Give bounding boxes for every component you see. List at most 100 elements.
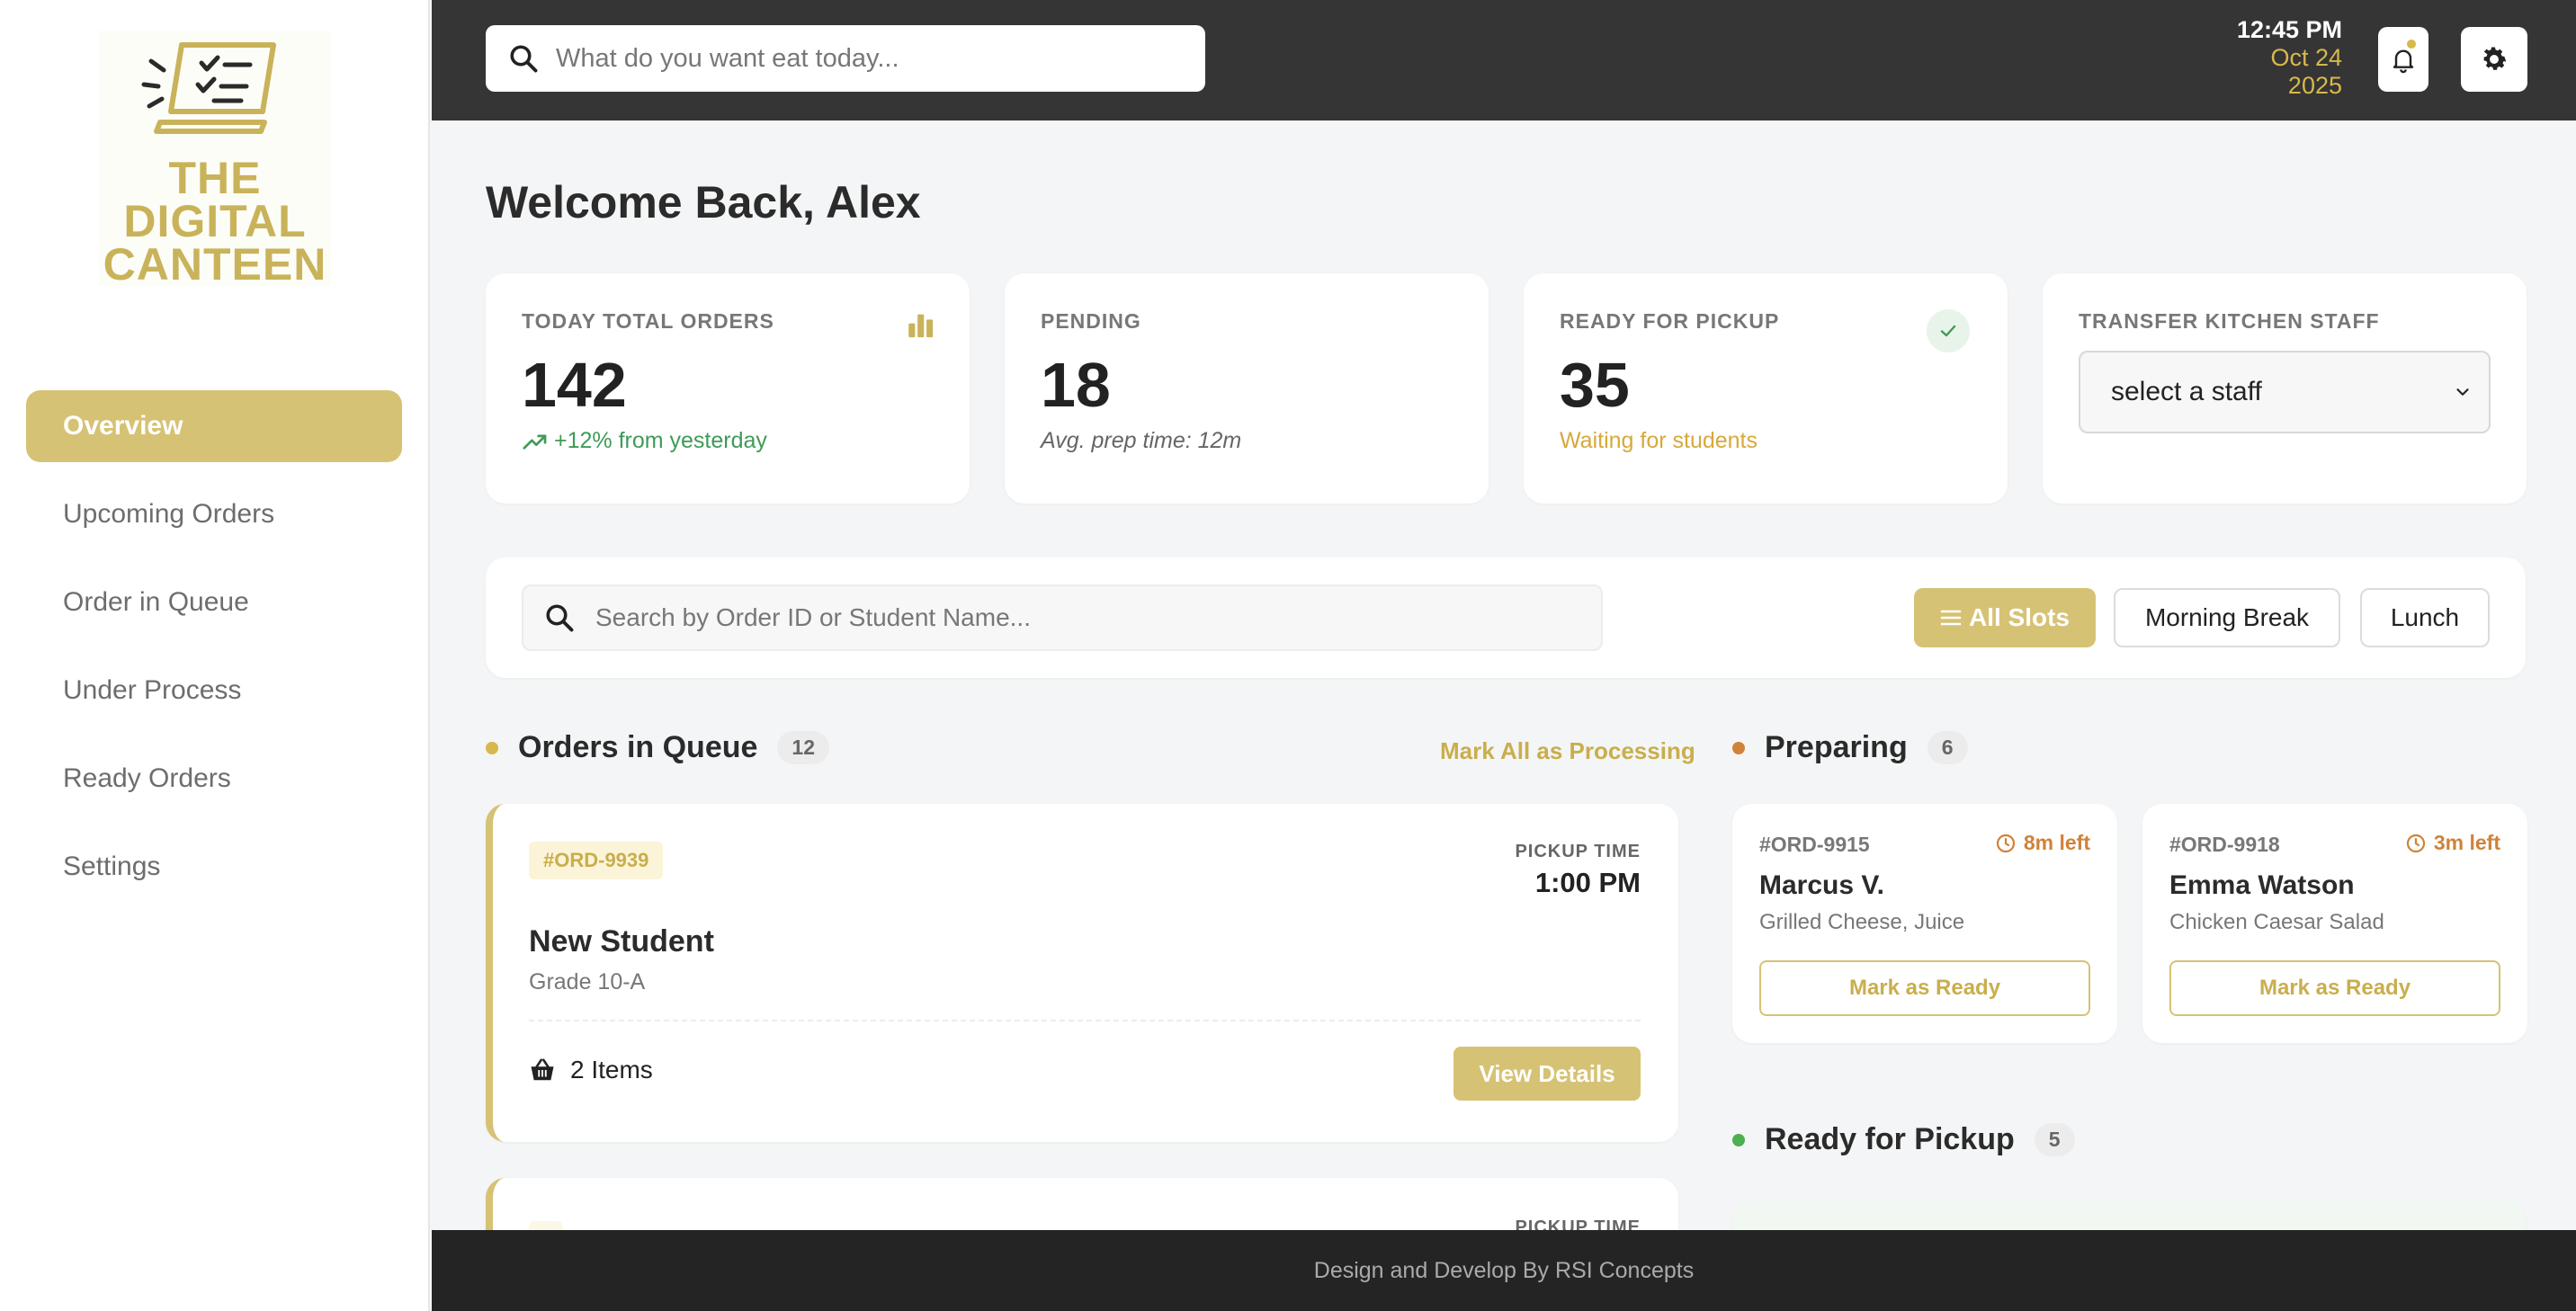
- sidebar: THE DIGITAL CANTEEN Overview Upcoming Or…: [0, 0, 430, 1311]
- student-grade: Grade 10-A: [529, 969, 646, 994]
- section-title-text: Orders in Queue: [518, 730, 758, 764]
- section-count-badge: 12: [777, 731, 829, 764]
- sidebar-item-settings[interactable]: Settings: [26, 831, 402, 903]
- mark-all-processing-link[interactable]: Mark All as Processing: [1440, 737, 1695, 765]
- staff-select[interactable]: select a staff: [2079, 351, 2491, 433]
- notification-dot: [2407, 40, 2416, 49]
- pickup-label: PICKUP TIME: [1515, 842, 1641, 861]
- sidebar-item-label: Settings: [63, 852, 161, 881]
- stat-card-ready: READY FOR PICKUP 35 Waiting for students: [1524, 273, 2008, 504]
- queue-section-title: Orders in Queue 12: [486, 730, 829, 765]
- slot-label: Morning Break: [2144, 603, 2310, 631]
- settings-button[interactable]: [2461, 27, 2527, 92]
- bell-icon: [2393, 49, 2414, 74]
- sidebar-item-label: Overview: [63, 411, 183, 441]
- order-card[interactable]: #ORD-9939 PICKUP TIME 1:00 PM New Studen…: [486, 804, 1678, 1142]
- sidebar-item-order-in-queue[interactable]: Order in Queue: [26, 566, 402, 638]
- stat-sub: Waiting for students: [1560, 428, 1758, 453]
- filter-bar: Search by Order ID or Student Name... Al…: [486, 557, 2526, 678]
- clock-icon: [1996, 834, 2015, 852]
- stat-sub: Avg. prep time: 12m: [1041, 428, 1242, 453]
- order-search-input[interactable]: Search by Order ID or Student Name...: [522, 584, 1603, 651]
- sidebar-nav: Overview Upcoming Orders Order in Queue …: [26, 390, 402, 919]
- stat-label: TODAY TOTAL ORDERS: [522, 309, 774, 333]
- stat-label: PENDING: [1041, 309, 1141, 333]
- slot-lunch-button[interactable]: Lunch: [2360, 588, 2490, 647]
- search-icon: [546, 604, 574, 632]
- order-id: #ORD-9915: [1759, 833, 1870, 856]
- clock-time: 12:45 PM: [2236, 16, 2342, 43]
- logo-line: DIGITAL: [123, 196, 307, 246]
- clock-year: 2025: [2287, 72, 2342, 99]
- staff-select-value: select a staff: [2111, 377, 2262, 406]
- sidebar-item-label: Order in Queue: [63, 587, 249, 617]
- logo-text: THE DIGITAL CANTEEN: [103, 153, 327, 290]
- pickup-time: 1:00 PM: [1534, 867, 1641, 898]
- student-name: Emma Watson: [2169, 870, 2355, 900]
- preparing-section-title: Preparing 6: [1732, 730, 1968, 765]
- notifications-button[interactable]: [2378, 27, 2428, 92]
- top-header: What do you want eat today... 12:45 PM O…: [432, 0, 2576, 120]
- section-count-badge: 6: [1927, 731, 1968, 764]
- chevron-down-icon: [2456, 388, 2469, 396]
- global-search-input[interactable]: What do you want eat today...: [486, 25, 1205, 92]
- logo-line: CANTEEN: [103, 239, 327, 290]
- search-placeholder: Search by Order ID or Student Name...: [595, 603, 1031, 631]
- divider: [529, 1020, 1641, 1021]
- section-title-text: Preparing: [1765, 730, 1908, 764]
- items-count: 2 Items: [570, 1056, 653, 1084]
- slot-morning-break-button[interactable]: Morning Break: [2114, 588, 2340, 647]
- student-name: New Student: [529, 924, 714, 959]
- trending-up-icon: [523, 434, 547, 450]
- ready-section-title: Ready for Pickup 5: [1732, 1122, 2075, 1157]
- section-title-text: Ready for Pickup: [1765, 1122, 2015, 1156]
- preparing-card: #ORD-9915 8m left Marcus V. Grilled Chee…: [1732, 804, 2117, 1043]
- search-icon: [510, 45, 538, 73]
- app-logo[interactable]: THE DIGITAL CANTEEN: [99, 31, 331, 290]
- gear-icon: [2483, 47, 2507, 70]
- sidebar-item-label: Ready Orders: [63, 763, 231, 793]
- clock: 12:45 PM Oct 24 2025: [2237, 16, 2342, 100]
- basket-icon: [531, 1058, 554, 1081]
- view-details-button[interactable]: View Details: [1453, 1047, 1641, 1101]
- stat-card-transfer-staff: TRANSFER KITCHEN STAFF select a staff: [2043, 273, 2527, 504]
- stat-sub: +12% from yesterday: [554, 428, 767, 453]
- order-items: 2 Items: [529, 1056, 653, 1084]
- section-dot: [1732, 741, 1745, 754]
- mark-as-ready-button[interactable]: Mark as Ready: [2169, 960, 2500, 1016]
- section-count-badge: 5: [2034, 1123, 2075, 1156]
- list-icon: [1940, 610, 1962, 626]
- section-dot: [1732, 1133, 1745, 1146]
- logo-line: THE: [168, 153, 262, 203]
- page-title: Welcome Back, Alex: [486, 177, 921, 227]
- bar-chart-icon: [908, 314, 934, 338]
- stat-label: READY FOR PICKUP: [1560, 309, 1780, 333]
- clock-icon: [2406, 834, 2425, 852]
- check-icon: [1927, 309, 1970, 352]
- sidebar-item-under-process[interactable]: Under Process: [26, 655, 402, 727]
- sidebar-item-label: Upcoming Orders: [63, 499, 275, 529]
- stat-trend: +12% from yesterday: [522, 428, 767, 454]
- sidebar-item-overview[interactable]: Overview: [26, 390, 402, 462]
- sidebar-item-ready-orders[interactable]: Ready Orders: [26, 743, 402, 815]
- stat-value: 35: [1560, 350, 1630, 420]
- order-id: #ORD-9918: [2169, 833, 2280, 856]
- slot-label: All Slots: [1968, 603, 2070, 631]
- search-placeholder: What do you want eat today...: [556, 43, 899, 73]
- student-name: Marcus V.: [1759, 870, 1884, 900]
- section-dot: [486, 741, 498, 754]
- time-left-text: 8m left: [2023, 831, 2090, 854]
- sidebar-item-upcoming-orders[interactable]: Upcoming Orders: [26, 478, 402, 550]
- time-left-text: 3m left: [2433, 831, 2500, 854]
- stat-card-total-orders: TODAY TOTAL ORDERS 142 +12% from yesterd…: [486, 273, 970, 504]
- sidebar-item-label: Under Process: [63, 675, 242, 705]
- slot-label: Lunch: [2390, 603, 2460, 631]
- time-left: 8m left: [1995, 831, 2090, 855]
- stat-card-pending: PENDING 18 Avg. prep time: 12m: [1005, 273, 1489, 504]
- mark-as-ready-button[interactable]: Mark as Ready: [1759, 960, 2090, 1016]
- clock-date: Oct 24: [2270, 44, 2342, 71]
- order-items-text: Chicken Caesar Salad: [2169, 910, 2384, 934]
- slot-all-button[interactable]: All Slots: [1914, 588, 2096, 647]
- order-items-text: Grilled Cheese, Juice: [1759, 910, 1965, 934]
- stat-value: 142: [522, 350, 627, 420]
